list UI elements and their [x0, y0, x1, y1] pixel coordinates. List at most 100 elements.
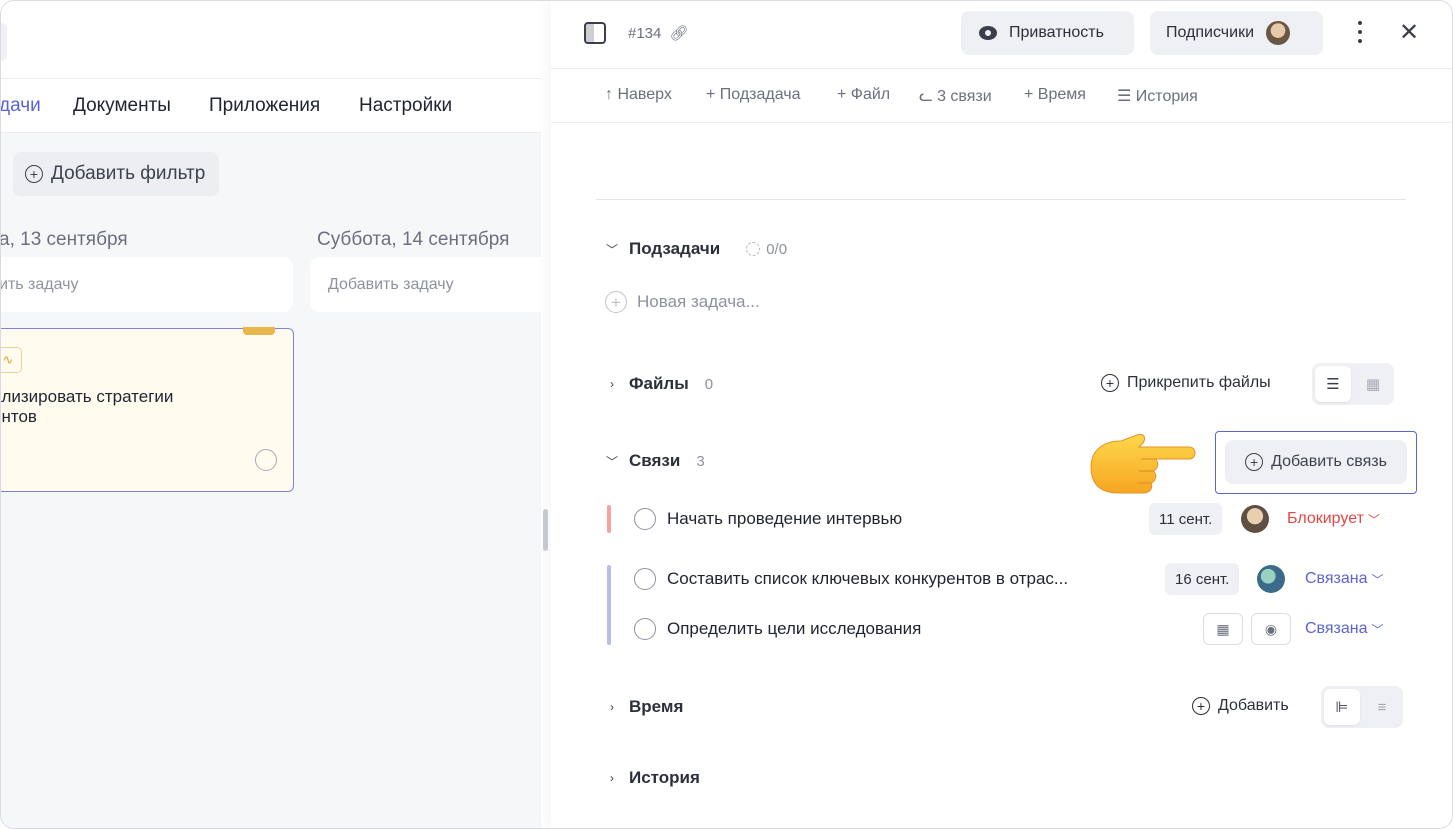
nav-tab-documents[interactable]: Документы — [73, 95, 171, 117]
time-title: Время — [629, 697, 684, 716]
calendar-icon[interactable]: ▦ — [1203, 613, 1243, 645]
kebab-icon[interactable] — [1357, 21, 1363, 45]
pointing-hand-icon — [1090, 434, 1196, 494]
divider — [596, 199, 1406, 200]
attach-files-button[interactable]: + Прикрепить файлы — [1101, 374, 1271, 392]
avatar[interactable] — [1241, 505, 1269, 533]
due-date-chip[interactable]: 16 сент. — [1165, 563, 1240, 595]
list-item[interactable]: Начать проведение интервью 11 сент. Блок… — [605, 501, 1395, 541]
search-field-stub[interactable] — [1, 23, 7, 61]
nav-tab-tasks[interactable]: дачи — [1, 95, 41, 117]
list-item[interactable]: Определить цели исследования ▦ ◉ Связана… — [605, 611, 1395, 651]
add-time-button[interactable]: + Добавить — [1192, 697, 1289, 715]
toolbar-links-button[interactable]: ᓚ 3 связи — [919, 86, 992, 106]
add-task-saturday[interactable]: Добавить задачу — [310, 257, 550, 312]
main-nav: дачи Документы Приложения Настройки — [1, 79, 541, 133]
relation-label: Связана — [1305, 570, 1368, 587]
links-section-toggle[interactable]: ﹀ Связи 3 — [605, 451, 705, 471]
toolbar-links-label: 3 связи — [937, 88, 992, 105]
link-icon: ∿ — [1, 347, 22, 373]
new-subtask-input[interactable]: + Новая задача... — [605, 291, 760, 313]
task-complete-checkbox[interactable] — [634, 568, 656, 590]
task-complete-checkbox[interactable] — [255, 449, 277, 471]
board-view: дачи Документы Приложения Настройки + До… — [0, 1, 550, 828]
history-section-toggle[interactable]: › История — [605, 768, 700, 788]
add-filter-button[interactable]: + Добавить фильтр — [13, 152, 220, 196]
progress-ring-icon — [746, 242, 761, 256]
subtasks-section-toggle[interactable]: ﹀ Подзадачи 0/0 — [605, 239, 787, 259]
relation-label: Связана — [1305, 620, 1368, 637]
files-section-toggle[interactable]: › Файлы 0 — [605, 374, 713, 394]
sidebar-toggle-icon[interactable] — [584, 22, 606, 44]
user-icon[interactable]: ◉ — [1251, 613, 1291, 645]
privacy-button[interactable]: Приватность — [961, 11, 1134, 55]
linked-task-name[interactable]: Начать проведение интервью — [667, 509, 902, 529]
subtasks-title: Подзадачи — [629, 239, 721, 258]
list-item[interactable]: Составить список ключевых конкурентов в … — [605, 561, 1395, 645]
history-title: История — [629, 768, 700, 787]
panel-toolbar: ↑ Наверх + Подзадача + Файл ᓚ 3 связи + … — [551, 69, 1452, 123]
toolbar-subtask-button[interactable]: + Подзадача — [706, 86, 801, 104]
add-time-label: Добавить — [1218, 697, 1289, 714]
toolbar-up-button[interactable]: ↑ Наверх — [605, 86, 672, 104]
toolbar-file-button[interactable]: + Файл — [837, 86, 890, 104]
toolbar-history-button[interactable]: ☰ История — [1117, 86, 1198, 106]
task-id-label: #134 — [628, 25, 662, 42]
close-icon[interactable]: ✕ — [1399, 19, 1419, 47]
linked-task-name[interactable]: Составить список ключевых конкурентов в … — [667, 569, 1068, 589]
chevron-right-icon: › — [610, 700, 614, 714]
chevron-down-icon: ﹀ — [1371, 622, 1384, 637]
panel-resize-handle[interactable] — [543, 509, 548, 551]
plus-circle-icon: + — [25, 165, 43, 183]
plus-circle-icon: + — [1101, 374, 1119, 392]
task-complete-checkbox[interactable] — [634, 508, 656, 530]
time-view-toggle: ⊫ ≡ — [1321, 686, 1403, 728]
due-date-chip[interactable]: 11 сент. — [1149, 503, 1223, 535]
files-count: 0 — [704, 375, 714, 393]
toolbar-up-label: Наверх — [617, 86, 672, 103]
add-link-label: Добавить связь — [1271, 453, 1387, 470]
chevron-down-icon: ﹀ — [1371, 572, 1384, 587]
nav-tab-settings[interactable]: Настройки — [359, 95, 452, 117]
priority-tag — [243, 327, 275, 335]
plus-circle-icon: + — [605, 291, 627, 313]
toolbar-time-label: Время — [1037, 86, 1086, 103]
toolbar-history-label: История — [1135, 88, 1198, 105]
list-view-icon[interactable]: ≡ — [1364, 689, 1400, 725]
add-link-button[interactable]: + Добавить связь — [1225, 440, 1407, 484]
column-title-friday: а, 13 сентября — [0, 229, 128, 250]
subscribers-button[interactable]: Подписчики — [1150, 11, 1323, 55]
links-count: 3 — [696, 452, 705, 470]
toolbar-subtask-label: Подзадача — [719, 86, 801, 103]
chevron-right-icon: › — [610, 377, 614, 391]
link-type-bar — [607, 505, 611, 533]
task-card[interactable]: ∿ ализировать стратегии ентов — [1, 327, 294, 492]
time-section-toggle[interactable]: › Время — [605, 697, 683, 717]
relation-dropdown[interactable]: Связана ﹀ — [1305, 570, 1384, 588]
add-filter-label: Добавить фильтр — [51, 163, 206, 184]
eye-icon — [979, 26, 997, 40]
relation-dropdown[interactable]: Блокирует ﹀ — [1287, 510, 1380, 528]
list-view-icon[interactable]: ☰ — [1315, 366, 1351, 402]
nav-tab-apps[interactable]: Приложения — [209, 95, 320, 117]
linked-task-name[interactable]: Определить цели исследования — [667, 619, 921, 639]
panel-header: #134 🔗︎ Приватность Подписчики ✕ — [551, 1, 1452, 69]
chevron-down-icon: ﹀ — [1367, 512, 1380, 527]
top-bar — [1, 1, 541, 79]
files-view-toggle: ☰ ▦ — [1312, 363, 1394, 405]
task-complete-checkbox[interactable] — [634, 618, 656, 640]
relation-dropdown[interactable]: Связана ﹀ — [1305, 620, 1384, 638]
add-task-friday[interactable]: ить задачу — [1, 257, 293, 312]
timeline-view-icon[interactable]: ⊫ — [1324, 689, 1360, 725]
task-id[interactable]: #134 🔗︎ — [628, 24, 689, 42]
subtasks-progress: 0/0 — [746, 241, 787, 258]
subtasks-progress-label: 0/0 — [766, 240, 788, 258]
toolbar-time-button[interactable]: + Время — [1024, 86, 1086, 104]
task-detail-panel: #134 🔗︎ Приватность Подписчики ✕ ↑ Навер… — [551, 1, 1452, 828]
chevron-down-icon: ﹀ — [605, 242, 618, 257]
grid-view-icon[interactable]: ▦ — [1355, 366, 1391, 402]
column-title-saturday: Суббота, 14 сентября — [317, 229, 510, 250]
avatar[interactable] — [1257, 565, 1285, 593]
subscribers-label: Подписчики — [1166, 24, 1255, 41]
relation-label: Блокирует — [1287, 510, 1364, 527]
